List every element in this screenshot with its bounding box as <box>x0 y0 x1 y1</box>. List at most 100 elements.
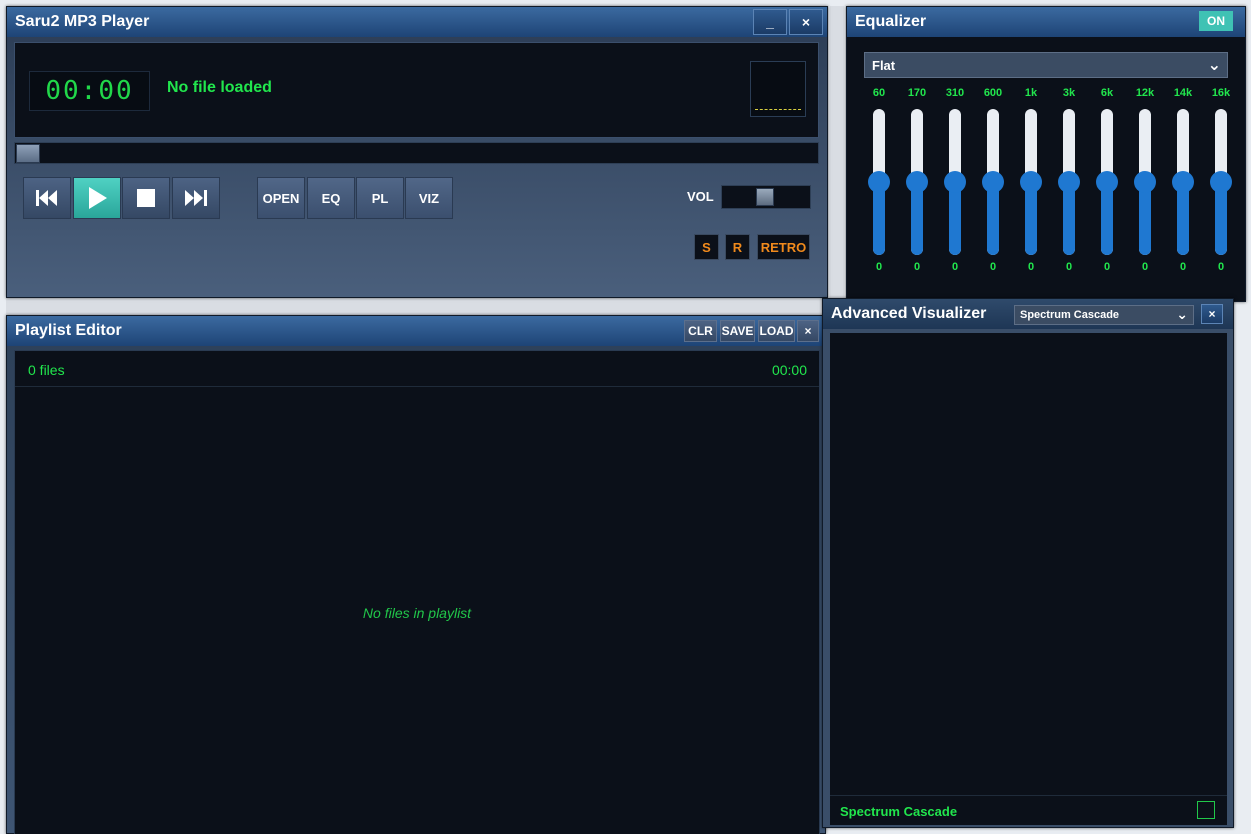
total-time: 00:00 <box>771 362 807 378</box>
eq-band-value: 0 <box>951 261 959 273</box>
eq-button[interactable]: EQ <box>307 177 355 219</box>
preset-value: Flat <box>872 57 896 73</box>
shuffle-button[interactable]: S <box>694 234 719 260</box>
eq-band-frequency: 6k <box>1100 87 1114 99</box>
eq-band-value: 0 <box>1103 261 1111 273</box>
eq-band-frequency: 170 <box>907 87 927 99</box>
previous-icon <box>36 190 57 206</box>
eq-band[interactable]: 60 0 <box>860 87 898 277</box>
eq-band[interactable]: 1k 0 <box>1012 87 1050 277</box>
chevron-down-icon: ⌄ <box>1207 57 1221 74</box>
visualizer-canvas[interactable] <box>830 333 1227 795</box>
play-icon <box>89 187 107 209</box>
eq-band-frequency: 3k <box>1062 87 1076 99</box>
eq-band-value: 0 <box>875 261 883 273</box>
eq-band[interactable]: 12k 0 <box>1126 87 1164 277</box>
playlist-titlebar[interactable]: Playlist Editor CLR SAVE LOAD × <box>7 316 825 346</box>
eq-band[interactable]: 310 0 <box>936 87 974 277</box>
equalizer-window: Equalizer ON Flat ⌄ 60 0 170 0 310 0 600 0 1k 0 3k… <box>846 6 1246 302</box>
next-button[interactable] <box>172 177 220 219</box>
eq-band-thumb[interactable] <box>1134 171 1156 193</box>
volume-handle[interactable] <box>756 188 774 206</box>
eq-band-frequency: 310 <box>945 87 965 99</box>
viz-button[interactable]: VIZ <box>405 177 453 219</box>
player-title: Saru2 MP3 Player <box>15 13 150 30</box>
stop-icon <box>137 189 155 207</box>
eq-band-thumb[interactable] <box>868 171 890 193</box>
eq-band-value: 0 <box>1065 261 1073 273</box>
eq-band-thumb[interactable] <box>944 171 966 193</box>
empty-playlist-message: No files in playlist <box>362 605 472 621</box>
status-text: No file loaded <box>167 79 272 96</box>
eq-band-thumb[interactable] <box>1210 171 1232 193</box>
save-button[interactable]: SAVE <box>720 320 755 342</box>
repeat-button[interactable]: R <box>725 234 750 260</box>
eq-band[interactable]: 600 0 <box>974 87 1012 277</box>
eq-band-frequency: 1k <box>1024 87 1038 99</box>
playlist-area[interactable]: 0 files 00:00 No files in playlist <box>14 350 820 834</box>
eq-band-value: 0 <box>1027 261 1035 273</box>
eq-band-thumb[interactable] <box>906 171 928 193</box>
time-display: 00:00 <box>29 71 150 111</box>
eq-band-value: 0 <box>913 261 921 273</box>
visualizer-footer: Spectrum Cascade <box>830 795 1227 825</box>
eq-band-thumb[interactable] <box>1020 171 1042 193</box>
retro-button[interactable]: RETRO <box>757 234 810 260</box>
visualizer-mode-select[interactable]: Spectrum Cascade ⌄ <box>1014 305 1194 325</box>
fullscreen-toggle[interactable] <box>1197 801 1215 819</box>
eq-band-frequency: 12k <box>1135 87 1155 99</box>
eq-band[interactable]: 14k 0 <box>1164 87 1202 277</box>
eq-band[interactable]: 3k 0 <box>1050 87 1088 277</box>
eq-band-thumb[interactable] <box>982 171 1004 193</box>
load-button[interactable]: LOAD <box>758 320 795 342</box>
desktop-gap <box>830 6 844 298</box>
playlist-header: 0 files 00:00 <box>15 351 819 387</box>
equalizer-titlebar[interactable]: Equalizer ON <box>847 7 1245 37</box>
visualizer-window: Advanced Visualizer Spectrum Cascade ⌄ ×… <box>822 298 1234 828</box>
seek-handle[interactable] <box>16 144 40 163</box>
minimize-button[interactable]: _ <box>753 9 787 35</box>
eq-band[interactable]: 170 0 <box>898 87 936 277</box>
eq-band-value: 0 <box>1141 261 1149 273</box>
stop-button[interactable] <box>122 177 170 219</box>
clear-button[interactable]: CLR <box>684 320 717 342</box>
close-button[interactable]: × <box>789 9 823 35</box>
equalizer-title: Equalizer <box>855 13 927 30</box>
playlist-window: Playlist Editor CLR SAVE LOAD × 0 files … <box>6 315 826 834</box>
visualizer-titlebar[interactable]: Advanced Visualizer Spectrum Cascade ⌄ × <box>823 299 1233 329</box>
volume-slider[interactable] <box>721 185 811 209</box>
eq-band-frequency: 14k <box>1173 87 1193 99</box>
equalizer-toggle[interactable]: ON <box>1199 11 1233 31</box>
playlist-button[interactable]: PL <box>356 177 404 219</box>
player-display: 00:00 No file loaded <box>14 42 819 138</box>
visualizer-mode-value: Spectrum Cascade <box>1020 309 1120 321</box>
volume-label: VOL <box>687 189 714 204</box>
mini-visualizer[interactable] <box>750 61 806 117</box>
desktop-gap <box>6 298 822 315</box>
eq-band-thumb[interactable] <box>1096 171 1118 193</box>
visualizer-title: Advanced Visualizer <box>831 305 987 322</box>
eq-band-value: 0 <box>1179 261 1187 273</box>
open-button[interactable]: OPEN <box>257 177 305 219</box>
eq-band-frequency: 60 <box>872 87 886 99</box>
previous-button[interactable] <box>23 177 71 219</box>
playlist-close-button[interactable]: × <box>797 320 819 342</box>
seek-bar[interactable] <box>14 142 819 164</box>
file-count: 0 files <box>28 362 65 378</box>
eq-band-frequency: 16k <box>1211 87 1231 99</box>
preset-select[interactable]: Flat ⌄ <box>864 52 1228 78</box>
eq-band-thumb[interactable] <box>1172 171 1194 193</box>
chevron-down-icon: ⌄ <box>1176 306 1188 322</box>
next-icon <box>185 190 207 206</box>
eq-band-thumb[interactable] <box>1058 171 1080 193</box>
eq-band-value: 0 <box>1217 261 1225 273</box>
eq-band[interactable]: 6k 0 <box>1088 87 1126 277</box>
eq-band-frequency: 600 <box>983 87 1003 99</box>
eq-band[interactable]: 16k 0 <box>1202 87 1240 277</box>
play-button[interactable] <box>73 177 121 219</box>
playlist-title: Playlist Editor <box>15 322 122 339</box>
visualizer-close-button[interactable]: × <box>1201 304 1223 324</box>
eq-band-value: 0 <box>989 261 997 273</box>
player-titlebar[interactable]: Saru2 MP3 Player _ × <box>7 7 827 37</box>
visualizer-footer-label: Spectrum Cascade <box>840 804 958 819</box>
